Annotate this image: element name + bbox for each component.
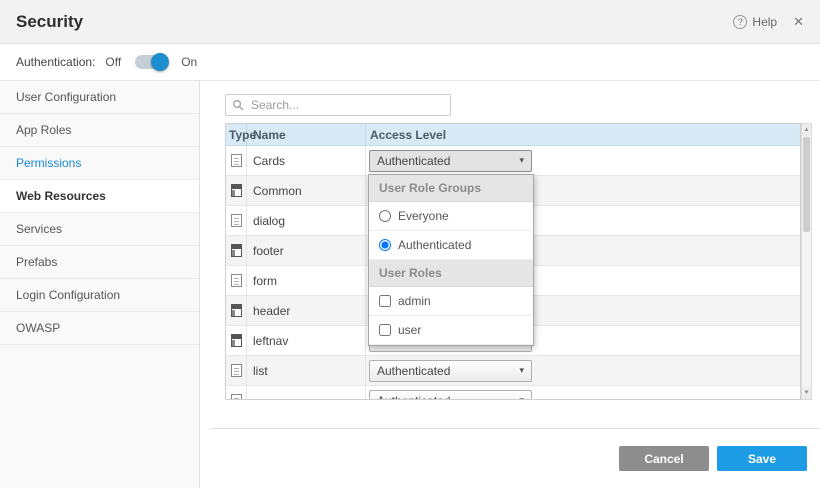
resource-name: footer (247, 236, 366, 265)
web-resources-panel: Type Name Access Level Cards Authenticat… (200, 81, 820, 428)
resource-type-icon (231, 244, 242, 257)
authenticated-radio[interactable] (379, 239, 391, 251)
help-button[interactable]: ? Help (733, 15, 777, 29)
resource-name (247, 386, 366, 399)
dropdown-option-label: Authenticated (398, 238, 471, 252)
access-level-select[interactable]: Authenticated ▾ (369, 390, 532, 400)
sidebar-item-label: Login Configuration (16, 288, 120, 302)
chevron-down-icon: ▾ (519, 395, 524, 399)
resource-name: Cards (247, 146, 366, 175)
sidebar-item-label: Permissions (16, 156, 81, 170)
page-title: Security (16, 12, 83, 32)
resource-name: header (247, 296, 366, 325)
scroll-track[interactable] (802, 136, 811, 387)
resource-name: Common (247, 176, 366, 205)
scroll-down-button[interactable]: ▼ (802, 387, 811, 399)
resource-name: leftnav (247, 326, 366, 355)
dropdown-option-admin[interactable]: admin (369, 287, 533, 316)
dialog-footer: Cancel Save (210, 428, 820, 488)
sidebar: User Configuration App Roles Permissions… (0, 81, 200, 488)
table-row[interactable]: list Authenticated ▾ (226, 356, 800, 386)
save-button[interactable]: Save (717, 446, 807, 471)
sidebar-item-app-roles[interactable]: App Roles (0, 114, 199, 147)
sidebar-item-permissions[interactable]: Permissions (0, 147, 199, 180)
select-value: Authenticated (377, 394, 450, 400)
authentication-label: Authentication: (16, 55, 95, 69)
resource-type-icon (231, 154, 242, 167)
title-bar: Security ? Help ✕ (0, 0, 820, 44)
sidebar-item-web-resources[interactable]: Web Resources (0, 180, 199, 213)
admin-checkbox[interactable] (379, 295, 391, 307)
dropdown-option-user[interactable]: user (369, 316, 533, 345)
sidebar-item-label: Web Resources (16, 189, 106, 203)
sidebar-item-label: Prefabs (16, 255, 57, 269)
resource-type-icon (231, 304, 242, 317)
access-level-dropdown-panel: User Role Groups Everyone Authenticated … (368, 174, 534, 346)
toggle-off-label: Off (105, 55, 121, 69)
resource-type-icon (231, 184, 242, 197)
everyone-radio[interactable] (379, 210, 391, 222)
close-icon[interactable]: ✕ (793, 14, 804, 30)
dropdown-option-label: user (398, 323, 421, 337)
resource-type-icon (231, 394, 242, 399)
sidebar-item-label: Services (16, 222, 62, 236)
authentication-bar: Authentication: Off On (0, 44, 820, 81)
sidebar-item-label: OWASP (16, 321, 60, 335)
sidebar-item-prefabs[interactable]: Prefabs (0, 246, 199, 279)
column-header-access-level: Access Level (366, 124, 800, 145)
dropdown-option-everyone[interactable]: Everyone (369, 202, 533, 231)
resource-name: dialog (247, 206, 366, 235)
scrollbar[interactable]: ▲ ▼ (801, 123, 812, 400)
sidebar-item-services[interactable]: Services (0, 213, 199, 246)
table-row[interactable]: Authenticated ▾ (226, 386, 800, 399)
cancel-button[interactable]: Cancel (619, 446, 709, 471)
select-value: Authenticated (377, 154, 450, 168)
resource-type-icon (231, 214, 242, 227)
resources-table: Type Name Access Level Cards Authenticat… (225, 123, 801, 400)
column-header-type: Type (226, 124, 247, 145)
user-checkbox[interactable] (379, 324, 391, 336)
resource-type-icon (231, 364, 242, 377)
search-icon (232, 99, 244, 111)
sidebar-item-user-configuration[interactable]: User Configuration (0, 81, 199, 114)
search-box (225, 94, 451, 116)
dropdown-group-header: User Role Groups (369, 175, 533, 202)
dropdown-option-label: Everyone (398, 209, 449, 223)
table-row[interactable]: Cards Authenticated ▾ (226, 146, 800, 176)
select-value: Authenticated (377, 364, 450, 378)
resource-name: form (247, 266, 366, 295)
column-header-name: Name (247, 124, 366, 145)
table-header: Type Name Access Level (226, 124, 800, 146)
access-level-select[interactable]: Authenticated ▾ (369, 150, 532, 172)
dropdown-option-authenticated[interactable]: Authenticated (369, 231, 533, 260)
sidebar-item-label: User Configuration (16, 90, 116, 104)
resource-type-icon (231, 334, 242, 347)
dropdown-option-label: admin (398, 294, 431, 308)
help-label: Help (752, 15, 777, 29)
dropdown-group-header: User Roles (369, 260, 533, 287)
chevron-down-icon: ▾ (519, 155, 524, 166)
toggle-knob (151, 53, 169, 71)
sidebar-item-login-configuration[interactable]: Login Configuration (0, 279, 199, 312)
search-input[interactable] (249, 97, 444, 113)
resource-type-icon (231, 274, 242, 287)
scroll-up-button[interactable]: ▲ (802, 124, 811, 136)
help-icon: ? (733, 15, 747, 29)
authentication-toggle[interactable] (135, 55, 167, 69)
scroll-thumb[interactable] (803, 137, 810, 232)
sidebar-item-label: App Roles (16, 123, 71, 137)
sidebar-item-owasp[interactable]: OWASP (0, 312, 199, 345)
chevron-down-icon: ▾ (519, 365, 524, 376)
toggle-on-label: On (181, 55, 197, 69)
security-dialog: Security ? Help ✕ Authentication: Off On… (0, 0, 820, 488)
access-level-select[interactable]: Authenticated ▾ (369, 360, 532, 382)
resource-name: list (247, 356, 366, 385)
